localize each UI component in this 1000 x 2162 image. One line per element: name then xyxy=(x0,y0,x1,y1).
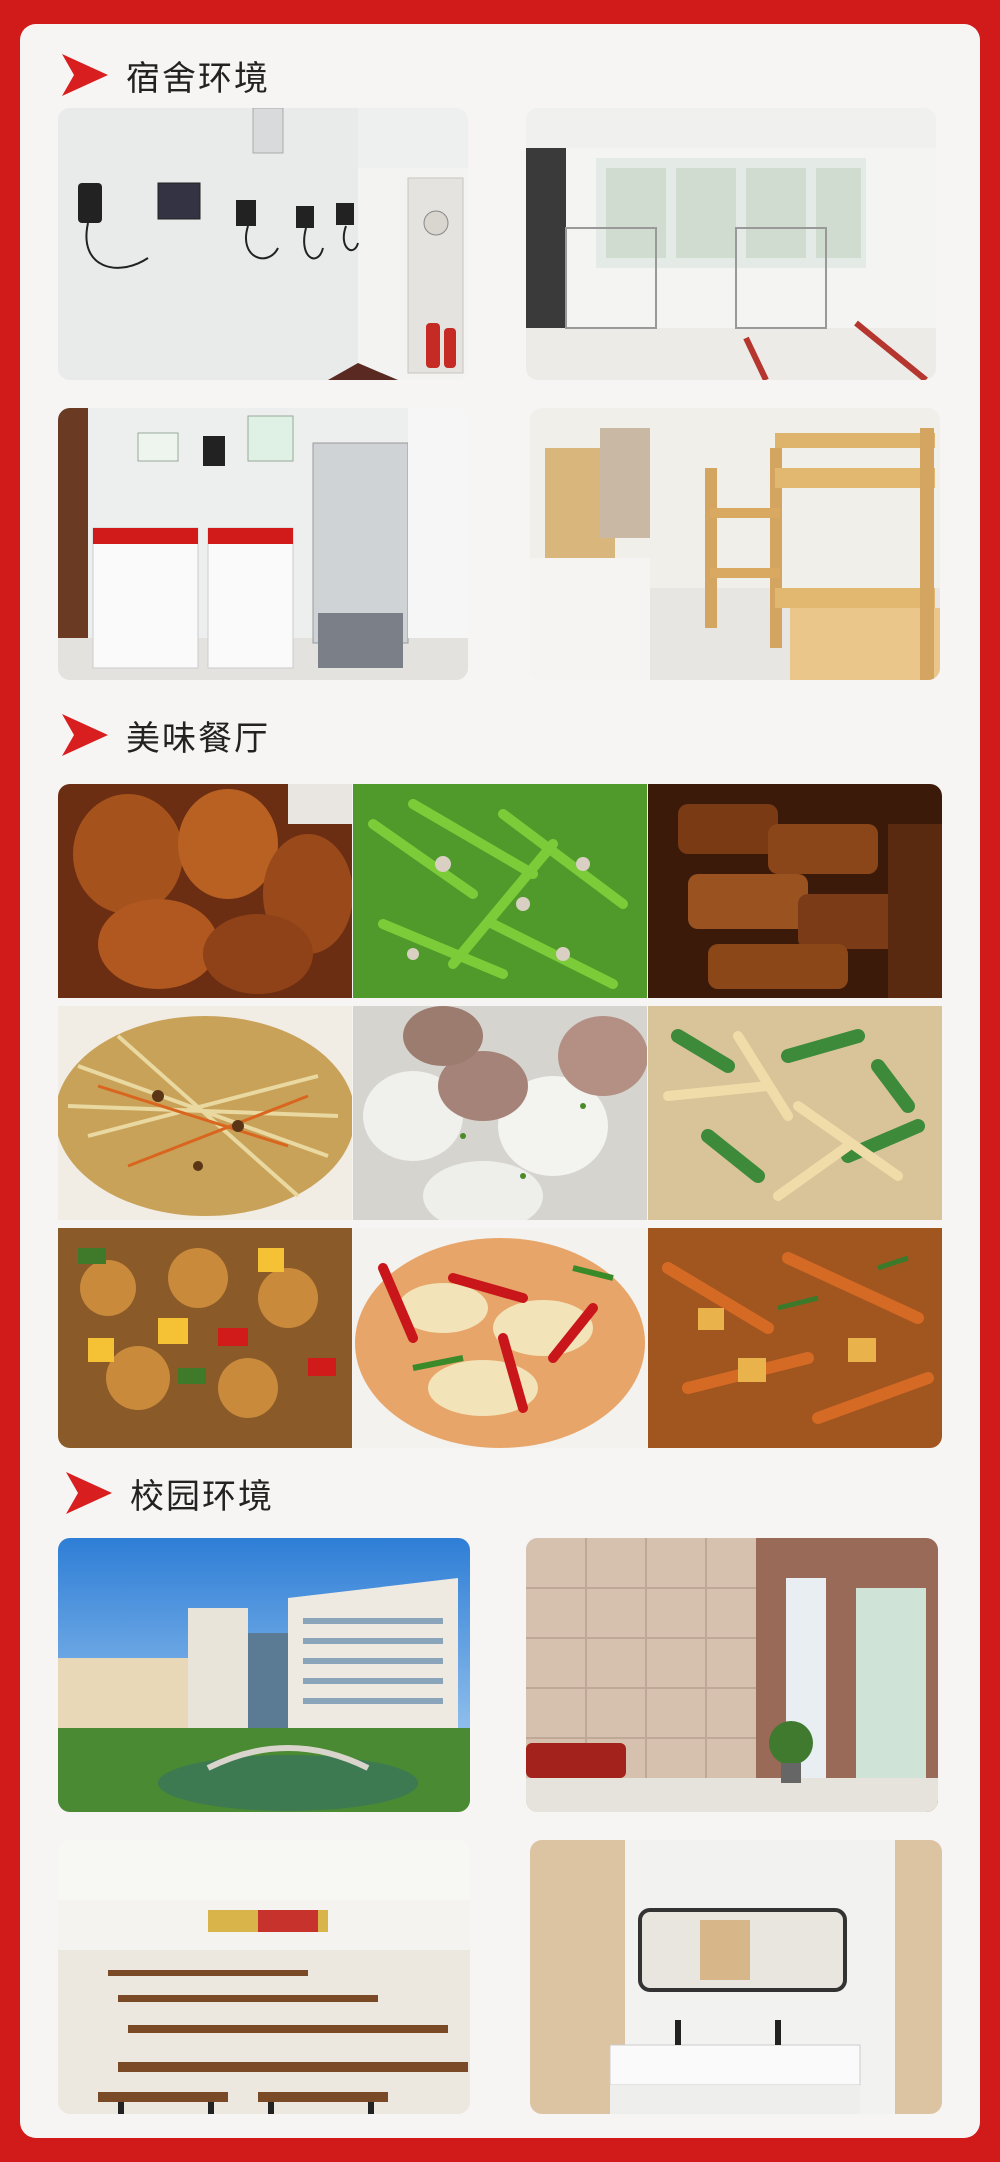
food-photo-cucumber-tofu-skin xyxy=(648,1006,942,1220)
section-header-dining: 美味餐厅 xyxy=(62,710,270,760)
dorm-photo-laundry xyxy=(58,408,468,680)
dorm-photo-chargers xyxy=(58,108,468,380)
red-arrow-icon xyxy=(62,714,108,756)
food-photo-radish-ribs xyxy=(353,1006,647,1220)
food-photo-crab xyxy=(648,1228,942,1448)
dorm-photo-bunk-beds xyxy=(530,408,940,680)
food-photo-cabbage-chili xyxy=(353,1228,647,1448)
red-arrow-icon xyxy=(66,1472,112,1514)
section-title-dorm: 宿舍环境 xyxy=(126,58,270,99)
section-title-campus: 校园环境 xyxy=(130,1476,274,1517)
section-header-dorm: 宿舍环境 xyxy=(62,50,270,100)
dorm-photo-empty-room xyxy=(526,108,936,380)
food-photo-chicken-peppers xyxy=(58,1228,352,1448)
content-card: 宿舍环境 美味餐厅 校园环境 xyxy=(20,24,980,2138)
food-photo-braised-chicken xyxy=(58,784,352,998)
campus-photo-canteen-hall xyxy=(58,1840,470,2114)
section-title-dining: 美味餐厅 xyxy=(126,718,270,759)
section-header-campus: 校园环境 xyxy=(66,1468,274,1518)
food-photo-braised-duck xyxy=(648,784,942,998)
food-photo-shredded-tofu xyxy=(58,1006,352,1220)
food-photo-grid xyxy=(58,784,942,1448)
campus-photo-washroom xyxy=(530,1840,942,2114)
food-photo-celery-pork xyxy=(353,784,647,998)
campus-photo-building-exterior xyxy=(58,1538,470,1812)
campus-photo-lobby xyxy=(526,1538,938,1812)
red-arrow-icon xyxy=(62,54,108,96)
